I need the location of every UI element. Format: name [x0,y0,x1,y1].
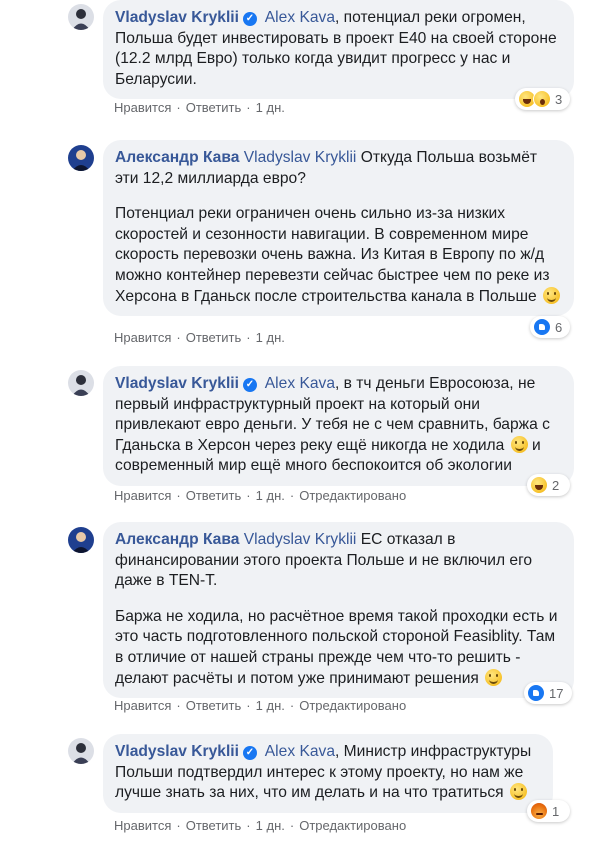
comment-author[interactable]: Александр Кава [115,531,239,548]
separator-dot: · [289,698,295,713]
reaction-summary[interactable]: 17 [524,682,572,704]
comment-author[interactable]: Vladyslav Kryklii [115,9,239,26]
comment-actions: Нравится · Ответить · 1 дн. [114,100,285,115]
wow-reaction-icon [533,90,551,108]
reply-button[interactable]: Ответить [186,818,242,833]
comment-timestamp[interactable]: 1 дн. [256,330,285,345]
smile-emoji-icon [509,783,527,801]
comment-paragraph: Потенциал реки ограничен очень сильно из… [115,204,562,307]
verified-badge-icon: ✓ [242,378,257,392]
like-reaction-icon [533,318,551,336]
separator-dot: · [176,488,181,503]
verified-badge-icon: ✓ [242,12,257,26]
separator-dot: · [176,330,181,345]
reaction-summary[interactable]: 2 [527,474,570,496]
comment-bubble: Александр Кава Vladyslav Kryklii ЕС отка… [103,522,574,699]
reaction-summary[interactable]: 3 [515,88,570,110]
mention-link[interactable]: Vladyslav Kryklii [244,531,357,548]
comment-text: Потенциал реки ограничен очень сильно из… [115,205,550,305]
comment-actions: Нравится · Ответить · 1 дн. · Отредактировано [114,818,406,833]
like-button[interactable]: Нравится [114,330,171,345]
edited-label[interactable]: Отредактировано [299,698,406,713]
avatar[interactable] [68,145,94,171]
comment-timestamp[interactable]: 1 дн. [256,488,285,503]
avatar[interactable] [68,738,94,764]
like-button[interactable]: Нравится [114,488,171,503]
comment-timestamp[interactable]: 1 дн. [256,100,285,115]
separator-dot: · [246,100,251,115]
comment-thread: Vladyslav Kryklii ✓ Alex Kava, потенциал … [0,0,611,841]
edited-label[interactable]: Отредактировано [299,488,406,503]
separator-dot: · [176,698,181,713]
like-button[interactable]: Нравится [114,818,171,833]
separator-dot: · [246,698,251,713]
avatar[interactable] [68,527,94,553]
reply-button[interactable]: Ответить [186,100,242,115]
comment-actions: Нравится · Ответить · 1 дн. [114,330,285,345]
comment-paragraph: Баржа не ходила, но расчётное время тако… [115,607,562,689]
comment-author[interactable]: Vladyslav Kryklii [115,743,239,760]
reply-button[interactable]: Ответить [186,698,242,713]
comment-paragraph: Александр Кава Vladyslav Kryklii ЕС отка… [115,530,562,592]
angry-reaction-icon [530,802,548,820]
comment-bubble: Vladyslav Kryklii ✓ Alex Kava, потенциал … [103,0,574,100]
mention-link[interactable]: Vladyslav Kryklii [244,149,357,166]
smile-emoji-icon [510,435,528,453]
separator-dot: · [246,818,251,833]
mention-link[interactable]: Alex Kava [265,9,335,26]
separator-dot: · [246,488,251,503]
reaction-summary[interactable]: 1 [527,800,570,822]
reply-button[interactable]: Ответить [186,488,242,503]
smile-emoji-icon [485,668,503,686]
comment-bubble: Vladyslav Kryklii ✓ Alex Kava, в тч деньг… [103,366,574,486]
edited-label[interactable]: Отредактировано [299,818,406,833]
comment-bubble: Vladyslav Kryklii ✓ Alex Kava, Министр ин… [103,734,553,813]
comment-actions: Нравится · Ответить · 1 дн. · Отредактировано [114,488,406,503]
like-button[interactable]: Нравится [114,100,171,115]
comment-author[interactable]: Vladyslav Kryklii [115,375,239,392]
comment-timestamp[interactable]: 1 дн. [256,818,285,833]
smile-emoji-icon [543,286,561,304]
mention-link[interactable]: Alex Kava [265,743,335,760]
mention-link[interactable]: Alex Kava [265,375,335,392]
comment-bubble: Александр Кава Vladyslav Kryklii Откуда … [103,140,574,317]
separator-dot: · [246,330,251,345]
comment-timestamp[interactable]: 1 дн. [256,698,285,713]
reaction-count: 17 [549,685,564,701]
reaction-count: 1 [552,803,560,819]
haha-reaction-icon [530,476,548,494]
separator-dot: · [289,818,295,833]
like-reaction-icon [527,684,545,702]
comment-author[interactable]: Александр Кава [115,149,239,166]
reaction-summary[interactable]: 6 [530,316,570,338]
separator-dot: · [289,488,295,503]
reaction-count: 2 [552,477,560,493]
like-button[interactable]: Нравится [114,698,171,713]
comment-paragraph: Александр Кава Vladyslav Kryklii Откуда … [115,148,562,189]
reaction-count: 3 [555,91,563,107]
verified-badge-icon: ✓ [242,746,257,760]
separator-dot: · [176,100,181,115]
avatar[interactable] [68,4,94,30]
reply-button[interactable]: Ответить [186,330,242,345]
comment-actions: Нравится · Ответить · 1 дн. · Отредактировано [114,698,406,713]
separator-dot: · [176,818,181,833]
reaction-count: 6 [555,319,563,335]
avatar[interactable] [68,370,94,396]
